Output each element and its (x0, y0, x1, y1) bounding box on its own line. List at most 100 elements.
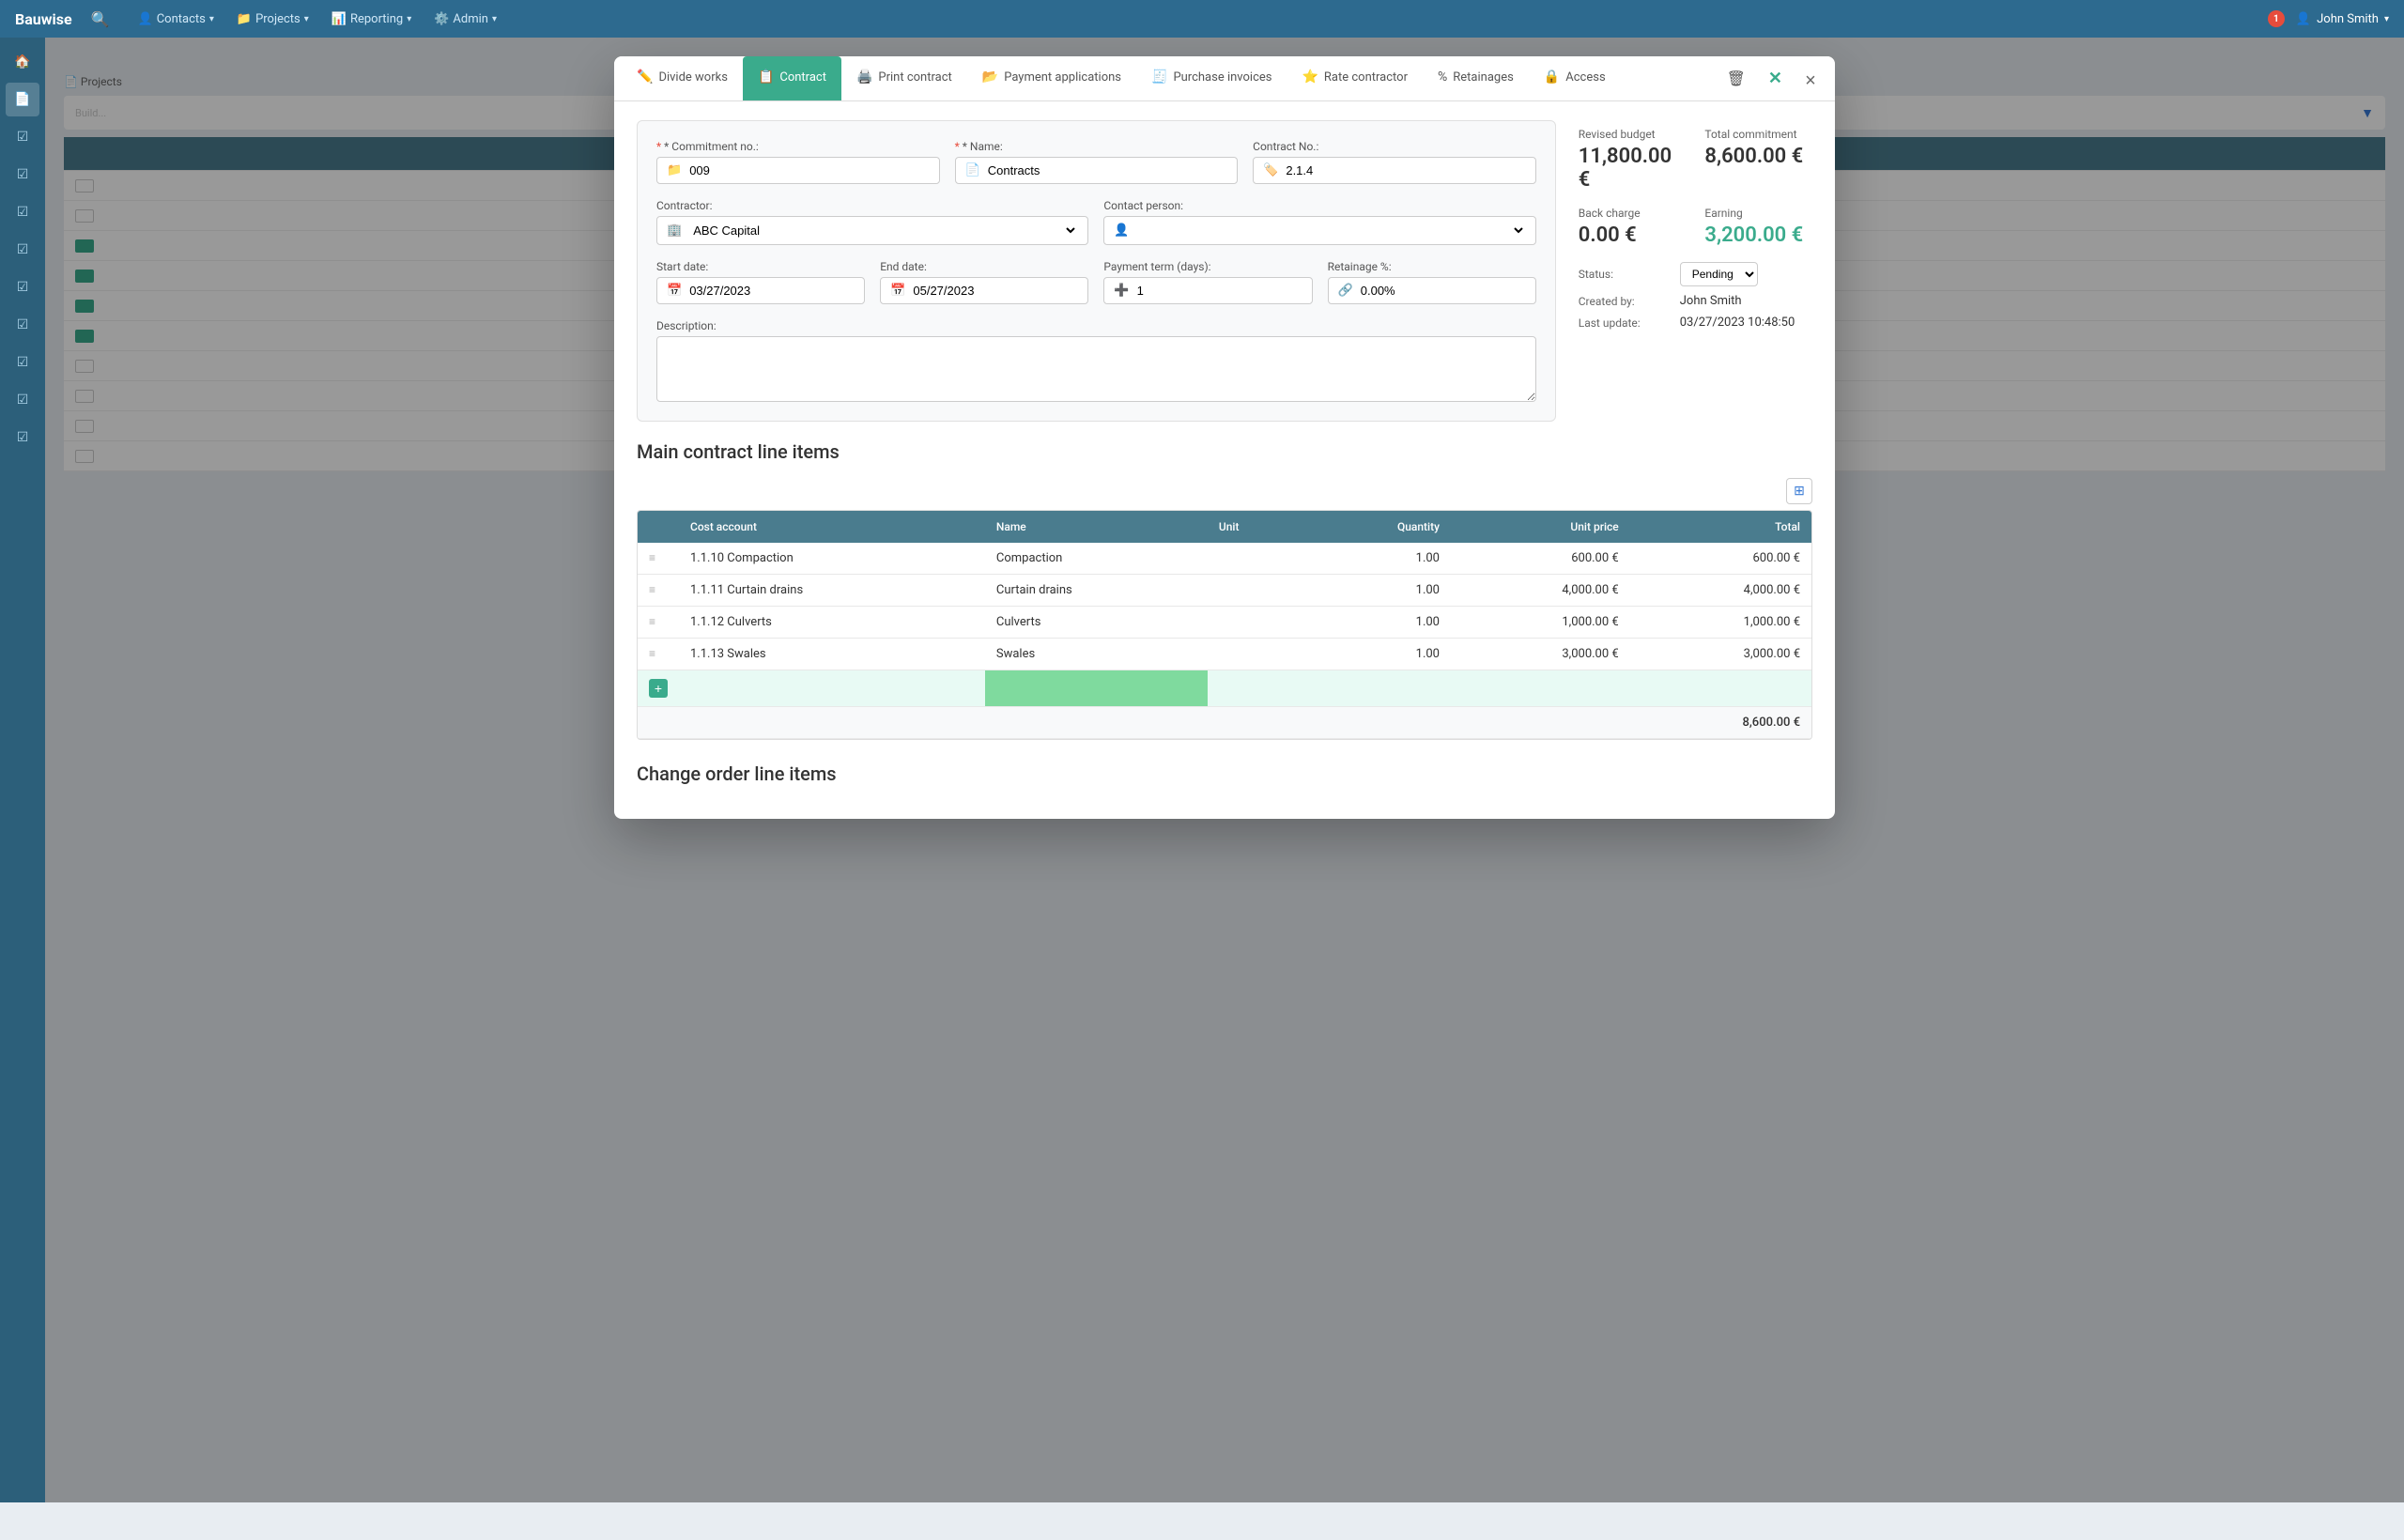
header-drag (638, 511, 679, 543)
new-cost-account-cell[interactable] (679, 670, 985, 707)
new-unit-price-cell[interactable] (1451, 670, 1630, 707)
status-row: Status: Pending (1579, 262, 1812, 286)
search-icon[interactable]: 🔍 (91, 10, 110, 28)
last-update-label: Last update: (1579, 316, 1672, 330)
contact-person-group: Contact person: 👤 (1103, 199, 1535, 245)
nav-projects[interactable]: 📁 Projects ▾ (227, 8, 318, 30)
cell-quantity-2: 1.00 (1304, 575, 1451, 607)
delete-button[interactable]: 🗑 (1719, 62, 1753, 96)
nav-right: 1 👤 John Smith ▾ (2268, 10, 2389, 27)
sidebar-item-check3[interactable]: ☑ (6, 233, 39, 267)
nav-contacts[interactable]: 👤 Contacts ▾ (129, 8, 223, 30)
sidebar-item-contracts[interactable]: 📄 (6, 83, 39, 116)
sidebar-item-check7[interactable]: ☑ (6, 383, 39, 417)
new-unit-cell[interactable] (1208, 670, 1304, 707)
nav-admin[interactable]: ⚙️ Admin ▾ (424, 8, 506, 30)
cell-cost-account-2: 1.1.11 Curtain drains (679, 575, 985, 607)
sidebar-item-list[interactable]: ☑ (6, 120, 39, 154)
nav-reporting[interactable]: 📊 Reporting ▾ (322, 8, 421, 30)
contract-modal: × ✏️ Divide works 📋 Contract 🖨️ Print co… (614, 56, 1835, 819)
tab-rate-contractor[interactable]: ⭐ Rate contractor (1287, 56, 1423, 100)
start-date-group: Start date: 📅 (656, 260, 865, 304)
sidebar-item-check8[interactable]: ☑ (6, 421, 39, 454)
payment-icon: 📂 (982, 69, 998, 85)
cell-total-3: 1,000.00 € (1630, 607, 1811, 639)
tab-divide-works[interactable]: ✏️ Divide works (622, 56, 743, 100)
tab-retainages[interactable]: % Retainages (1423, 56, 1529, 100)
commitment-no-input[interactable] (689, 163, 929, 177)
commitment-group: * * Commitment no.: 📁 (656, 140, 940, 184)
revised-budget-value: 11,800.00 € (1579, 145, 1687, 192)
drag-handle-3[interactable]: ≡ (649, 615, 659, 628)
projects-icon: 📁 (237, 12, 252, 26)
cell-unit-price-4: 3,000.00 € (1451, 639, 1630, 670)
sidebar-item-check6[interactable]: ☑ (6, 346, 39, 379)
sidebar-item-check2[interactable]: ☑ (6, 195, 39, 229)
doc-icon: 📄 (965, 163, 980, 177)
tab-purchase-invoices[interactable]: 🧾 Purchase invoices (1136, 56, 1287, 100)
user-menu[interactable]: 👤 John Smith ▾ (2296, 12, 2389, 26)
total-spacer (638, 707, 1630, 739)
modal-close-button[interactable]: × (1797, 68, 1824, 94)
columns-toggle-button[interactable]: ⊞ (1786, 478, 1812, 504)
status-select[interactable]: Pending (1680, 262, 1758, 286)
sidebar-item-home[interactable]: 🏠 (6, 45, 39, 79)
contract-no-input[interactable] (1286, 163, 1525, 177)
modal-overlay[interactable]: × ✏️ Divide works 📋 Contract 🖨️ Print co… (45, 38, 2404, 1502)
cell-unit-price-3: 1,000.00 € (1451, 607, 1630, 639)
notification-badge[interactable]: 1 (2268, 10, 2285, 27)
cell-name-2: Curtain drains (985, 575, 1208, 607)
admin-icon: ⚙️ (434, 12, 449, 26)
end-date-group: End date: 📅 (880, 260, 1088, 304)
contractor-select-wrap: 🏢 ABC Capital (656, 216, 1088, 245)
new-total-cell[interactable] (1630, 670, 1811, 707)
end-date-input[interactable] (913, 284, 1078, 298)
drag-handle-4[interactable]: ≡ (649, 647, 659, 660)
divide-works-icon: ✏️ (637, 69, 653, 85)
sidebar-item-check4[interactable]: ☑ (6, 270, 39, 304)
contacts-icon: 👤 (138, 12, 153, 26)
drag-handle-2[interactable]: ≡ (649, 583, 659, 596)
start-date-input[interactable] (689, 284, 855, 298)
created-by-label: Created by: (1579, 295, 1672, 308)
drag-handle-1[interactable]: ≡ (649, 551, 659, 564)
contractor-select[interactable]: ABC Capital (689, 223, 1078, 239)
total-commitment-stat: Total commitment 8,600.00 € (1704, 128, 1812, 192)
add-row-button[interactable]: + (649, 679, 668, 698)
calendar-icon: 📅 (667, 284, 682, 298)
cell-total-4: 3,000.00 € (1630, 639, 1811, 670)
contract-icon: 📋 (758, 69, 774, 85)
description-group: Description: (656, 319, 1536, 402)
name-input[interactable] (988, 163, 1227, 177)
cell-unit-price-1: 600.00 € (1451, 543, 1630, 575)
change-order-title: Change order line items (637, 762, 1812, 785)
tab-close-button[interactable]: ✕ (1761, 61, 1790, 96)
sidebar-item-check5[interactable]: ☑ (6, 308, 39, 342)
payment-term-input[interactable] (1137, 284, 1302, 298)
retainage-input[interactable] (1361, 284, 1526, 298)
tab-contract[interactable]: 📋 Contract (743, 56, 841, 100)
tab-payment-applications[interactable]: 📂 Payment applications (967, 56, 1136, 100)
total-commitment-label: Total commitment (1704, 128, 1812, 141)
earning-label: Earning (1704, 207, 1812, 220)
end-date-input-wrap: 📅 (880, 277, 1088, 304)
name-group: * * Name: 📄 (955, 140, 1239, 184)
grand-total-row: 8,600.00 € (638, 707, 1811, 739)
sidebar-item-check1[interactable]: ☑ (6, 158, 39, 192)
main-area: 📄 Projects Build... ▼ × ✏️ Divide works (45, 38, 2404, 1502)
new-quantity-cell[interactable] (1304, 670, 1451, 707)
contractor-label: Contractor: (656, 199, 1088, 212)
main-table-title: Main contract line items (637, 440, 1812, 463)
tab-access[interactable]: 🔒 Access (1529, 56, 1621, 100)
description-textarea[interactable] (656, 336, 1536, 402)
contact-person-select[interactable] (1137, 223, 1526, 239)
header-quantity: Quantity (1304, 511, 1451, 543)
table-row: ≡ 1.1.13 Swales Swales 1.00 3,000.00 € 3… (638, 639, 1811, 670)
created-by-row: Created by: John Smith (1579, 294, 1812, 308)
new-name-cell[interactable] (985, 670, 1208, 707)
header-name: Name (985, 511, 1208, 543)
payment-term-group: Payment term (days): ➕ (1103, 260, 1312, 304)
header-total: Total (1630, 511, 1811, 543)
tab-print-contract[interactable]: 🖨️ Print contract (841, 56, 967, 100)
table-row: ≡ 1.1.11 Curtain drains Curtain drains 1… (638, 575, 1811, 607)
